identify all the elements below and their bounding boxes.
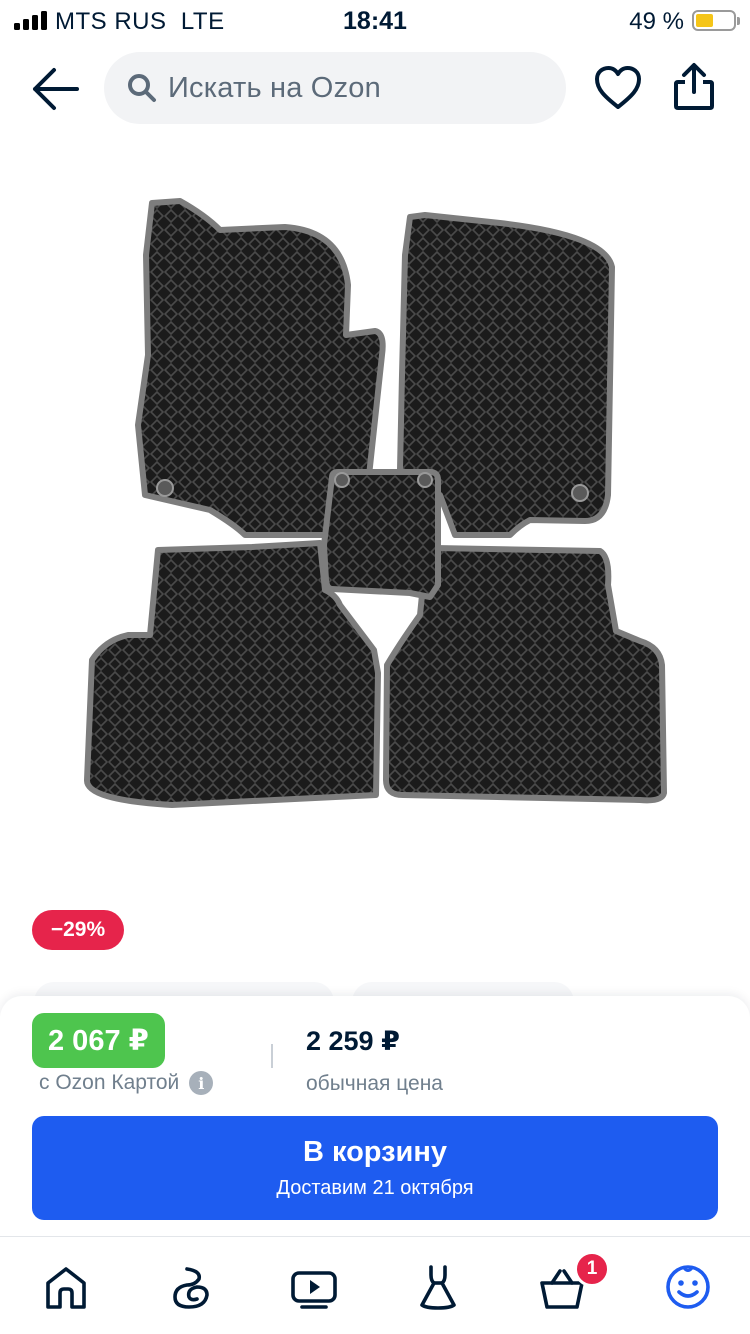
tab-fashion[interactable] bbox=[414, 1263, 462, 1311]
tab-profile[interactable] bbox=[664, 1263, 712, 1311]
back-button[interactable] bbox=[30, 66, 82, 112]
dress-icon bbox=[420, 1265, 456, 1310]
price-divider bbox=[271, 1044, 273, 1068]
share-button[interactable] bbox=[672, 62, 716, 112]
battery-percent: 49 % bbox=[629, 8, 684, 35]
car-floor-mats-image bbox=[84, 198, 667, 808]
video-icon bbox=[291, 1271, 337, 1309]
swirl-icon bbox=[173, 1267, 209, 1309]
regular-price: 2 259 ₽ bbox=[306, 1026, 400, 1056]
ozon-card-label-text: с Ozon Картой bbox=[39, 1071, 180, 1094]
favorite-button[interactable] bbox=[594, 65, 642, 111]
add-to-cart-label: В корзину bbox=[302, 1136, 448, 1168]
discount-badge: −29% bbox=[32, 910, 124, 950]
tab-home[interactable] bbox=[42, 1263, 90, 1311]
smiley-icon bbox=[666, 1265, 710, 1309]
share-icon bbox=[674, 63, 714, 110]
tab-video[interactable] bbox=[290, 1263, 338, 1311]
info-icon[interactable]: i bbox=[189, 1071, 214, 1095]
ozon-card-price: 2 067 ₽ bbox=[32, 1013, 165, 1068]
status-bar: MTS RUS LTE 18:41 49 % bbox=[0, 0, 750, 44]
header: Искать на Ozon bbox=[0, 52, 750, 124]
price-panel: 2 067 ₽ с Ozon Картой i 2 259 ₽ обычная … bbox=[0, 996, 750, 1236]
product-image[interactable] bbox=[80, 195, 670, 815]
ozon-card-label: с Ozon Картой i bbox=[39, 1071, 214, 1095]
battery-icon bbox=[692, 10, 740, 31]
heart-icon bbox=[595, 66, 641, 109]
delivery-date-label: Доставим 21 октября bbox=[276, 1177, 474, 1199]
search-icon bbox=[128, 74, 156, 102]
arrow-left-icon bbox=[33, 68, 79, 110]
cart-count-badge: 1 bbox=[574, 1251, 610, 1287]
add-to-cart-button[interactable]: В корзину Доставим 21 октября bbox=[32, 1116, 718, 1220]
search-placeholder: Искать на Ozon bbox=[168, 71, 381, 104]
tab-fresh[interactable] bbox=[167, 1263, 215, 1311]
regular-price-label: обычная цена bbox=[306, 1072, 443, 1095]
search-input[interactable]: Искать на Ozon bbox=[104, 52, 566, 124]
tab-bar: 1 bbox=[0, 1236, 750, 1334]
home-icon bbox=[46, 1267, 86, 1309]
